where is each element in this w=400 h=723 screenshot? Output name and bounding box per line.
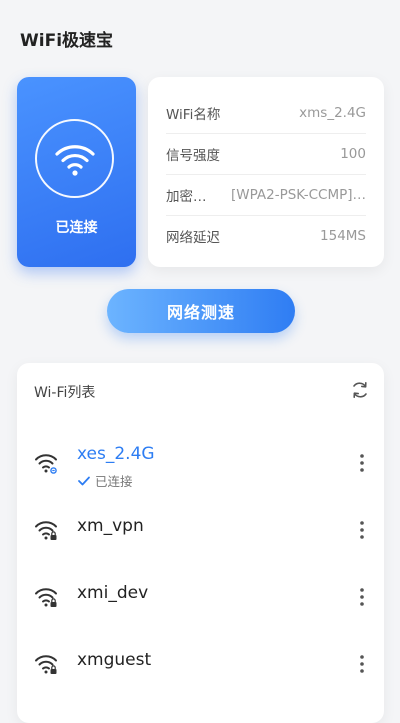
wifi-list-title: Wi-Fi列表 <box>34 385 96 401</box>
info-value: 154MS <box>320 227 366 244</box>
info-key: 信号强度 <box>166 147 220 164</box>
wifi-signal-icon <box>35 454 57 474</box>
wifi-icon <box>55 145 95 176</box>
wifi-list-item[interactable]: xes_2.4G 已连接 <box>17 433 384 493</box>
info-row-encryption: 加密… [WPA2-PSK-CCMP]… <box>166 174 366 216</box>
wifi-name: xes_2.4G <box>77 444 155 464</box>
wifi-list-card: Wi-Fi列表 xes_2.4G 已连接 xm_vpn xmi_dev xmgu… <box>17 363 384 723</box>
more-icon[interactable] <box>359 654 365 674</box>
wifi-list-item[interactable]: xmi_dev <box>17 567 384 627</box>
check-icon <box>78 476 90 485</box>
connection-status-label: 已连接 <box>55 220 98 236</box>
info-key: WiFi名称 <box>166 106 221 123</box>
app-title: WiFi极速宝 <box>20 31 114 51</box>
wifi-name: xm_vpn <box>77 516 144 536</box>
wifi-status-circle <box>35 119 114 198</box>
more-icon[interactable] <box>359 520 365 540</box>
info-value: xms_2.4G <box>299 104 366 121</box>
wifi-list-item[interactable]: xmguest <box>17 634 384 694</box>
more-icon[interactable] <box>359 587 365 607</box>
speed-test-button[interactable]: 网络测速 <box>107 289 295 333</box>
wifi-info-card: WiFi名称 xms_2.4G 信号强度 100 加密… [WPA2-PSK-C… <box>148 77 384 267</box>
wifi-locked-icon <box>35 655 57 674</box>
info-value: 100 <box>340 145 366 162</box>
info-row-ssid: WiFi名称 xms_2.4G <box>166 92 366 134</box>
info-value: [WPA2-PSK-CCMP]… <box>230 186 366 203</box>
refresh-icon[interactable] <box>350 380 370 400</box>
info-key: 加密… <box>166 188 207 205</box>
wifi-name: xmguest <box>77 650 152 670</box>
wifi-name: xmi_dev <box>77 583 149 603</box>
info-key: 网络延迟 <box>166 229 220 246</box>
info-row-latency: 网络延迟 154MS <box>166 215 366 256</box>
info-row-signal: 信号强度 100 <box>166 133 366 175</box>
connected-status-label: 已连接 <box>95 474 133 489</box>
connection-status-card[interactable]: 已连接 <box>17 77 136 267</box>
more-icon[interactable] <box>359 453 365 473</box>
wifi-list-item[interactable]: xm_vpn <box>17 500 384 560</box>
wifi-locked-icon <box>35 588 57 607</box>
connected-status: 已连接 <box>77 471 133 490</box>
wifi-locked-icon <box>35 521 57 540</box>
